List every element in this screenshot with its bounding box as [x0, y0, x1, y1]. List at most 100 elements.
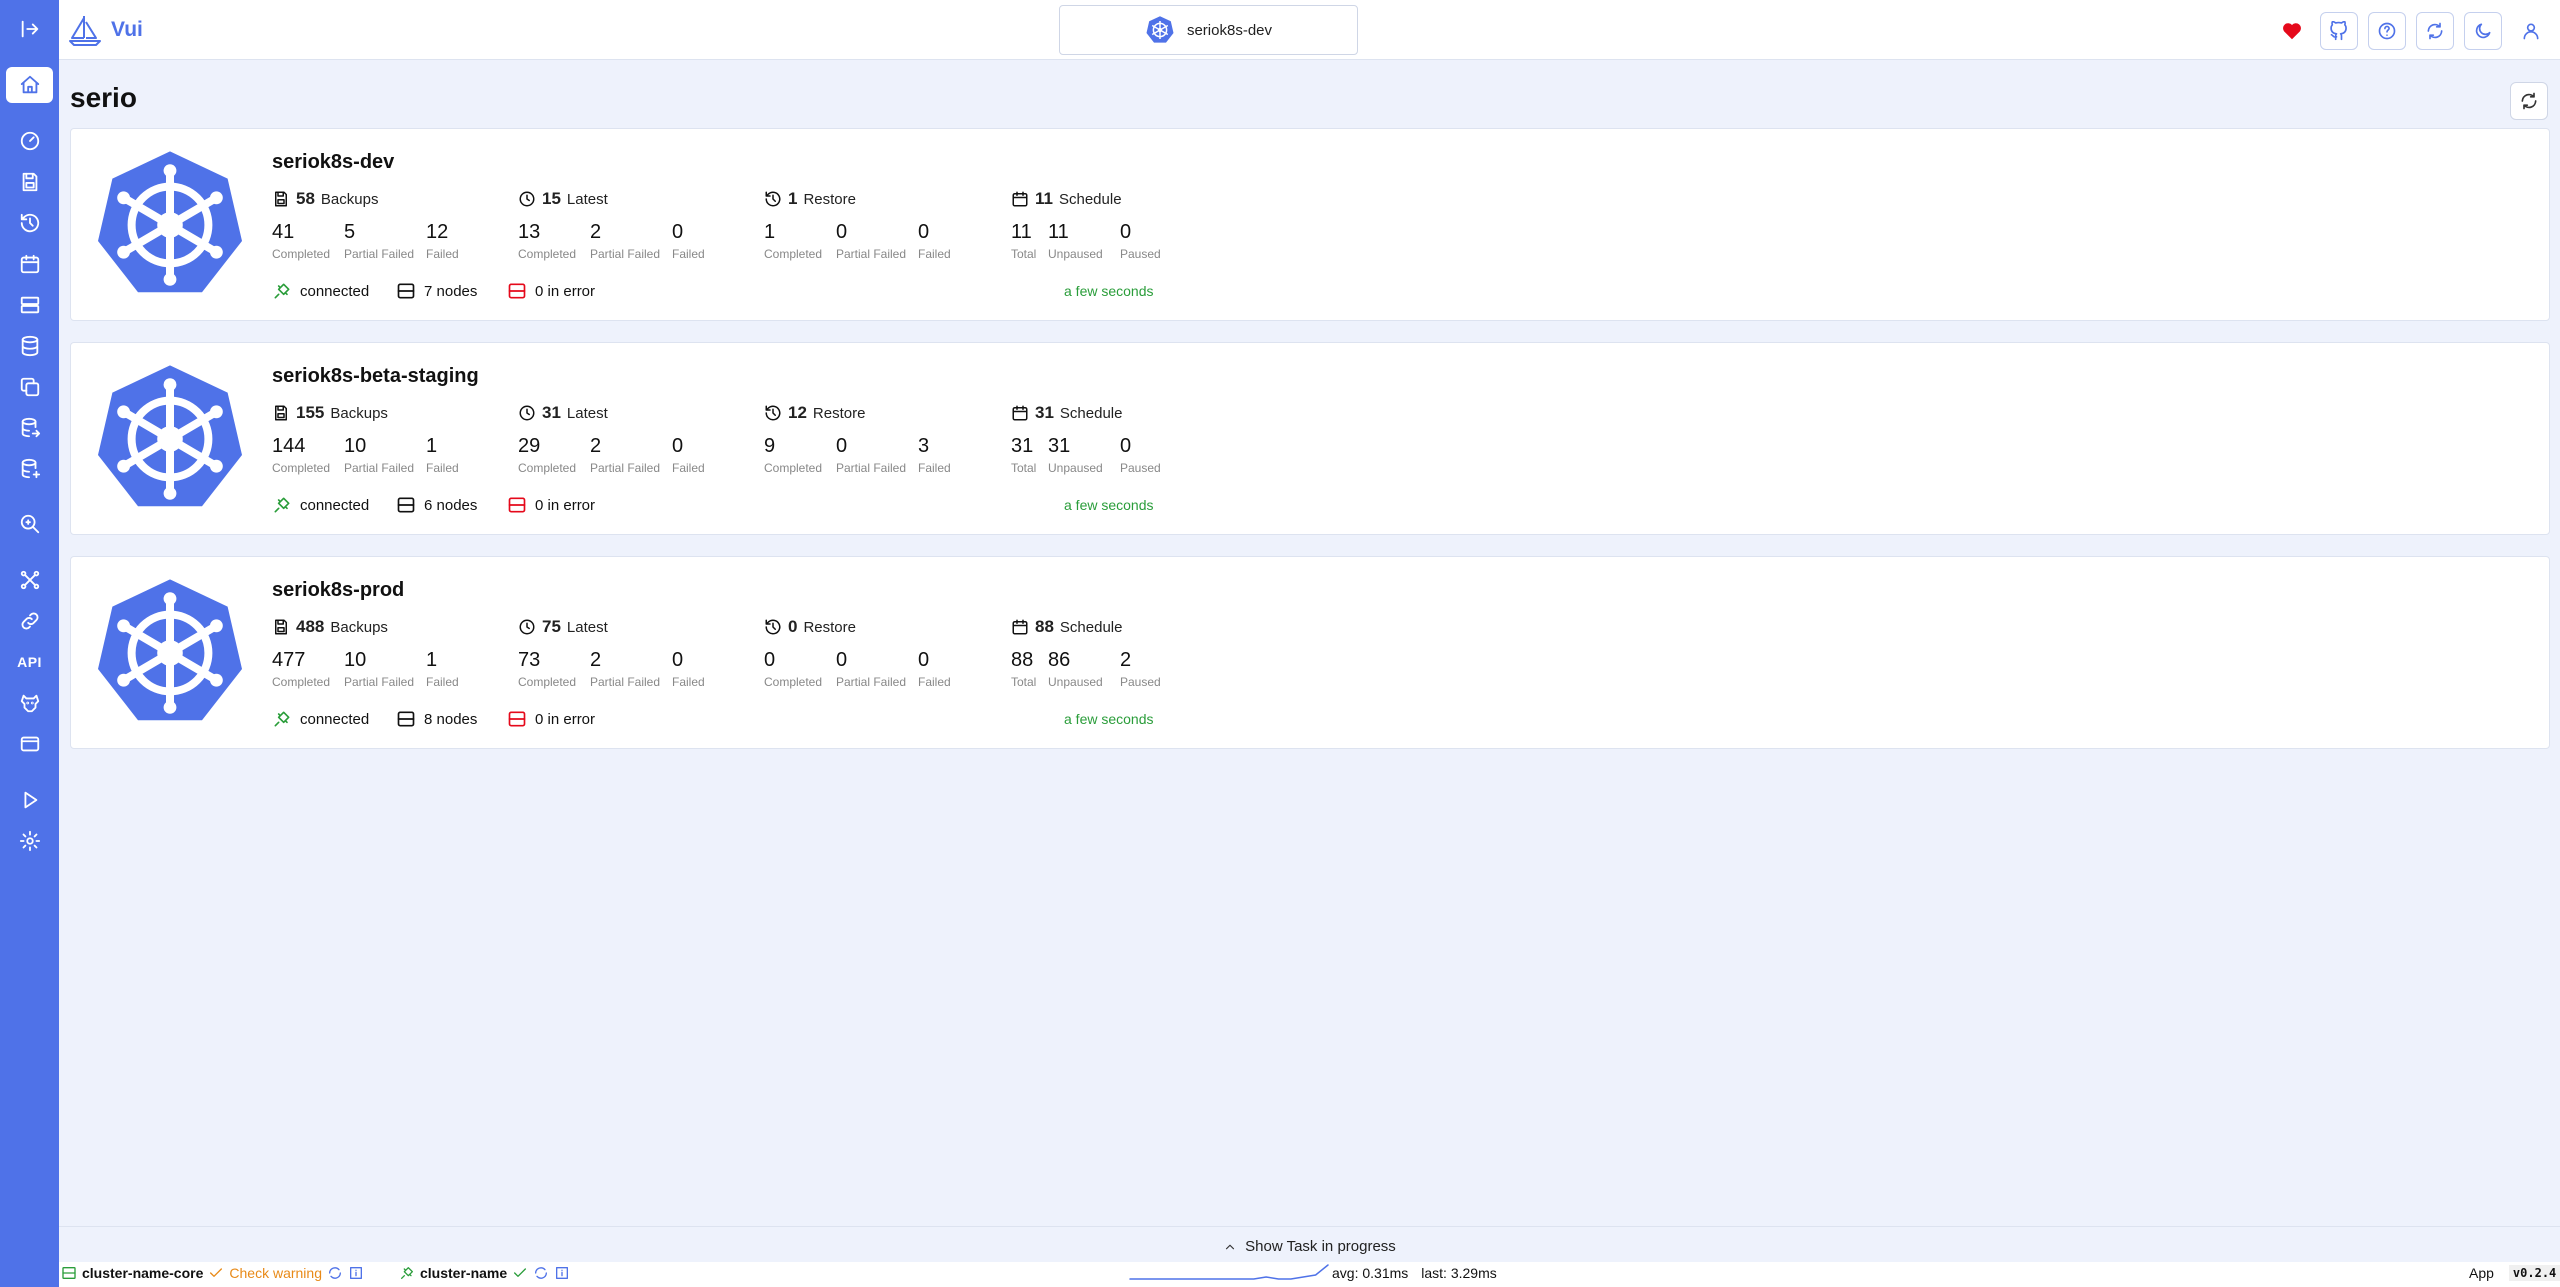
stat-partial-failed: 0 Partial Failed [836, 221, 907, 261]
backups-summary[interactable]: 155 Backups 144 Completed 10 Partial Fail… [272, 403, 522, 475]
latest-summary[interactable]: 75 Latest 73 Completed 2 Partial Failed 0… [518, 617, 768, 689]
schedule-summary[interactable]: 88 Schedule 88 Total 86 Unpaused 2 Paused [1011, 617, 1261, 689]
play-icon[interactable] [6, 782, 53, 818]
server-error-icon [508, 283, 526, 299]
sidebar: API [0, 0, 59, 1287]
sync-icon[interactable] [533, 1265, 549, 1281]
backups-summary[interactable]: 58 Backups 41 Completed 5 Partial Failed … [272, 189, 522, 261]
stat-failed: 0 Failed [672, 435, 705, 475]
user-button[interactable] [2512, 12, 2550, 50]
home-icon[interactable] [6, 67, 53, 103]
chevron-up-icon [1226, 1244, 1235, 1249]
theme-toggle-button[interactable] [2464, 12, 2502, 50]
github-button[interactable] [2320, 12, 2358, 50]
stat-partial-failed: 0 Partial Failed [836, 649, 907, 689]
server-icon[interactable] [6, 287, 53, 323]
plug-connected-icon [274, 497, 290, 513]
stat-total: 31 Total [1011, 435, 1037, 475]
cluster-card[interactable]: seriok8s-prod 488 Backups 477 Completed 1… [70, 556, 2550, 749]
schedule-icon[interactable] [6, 246, 53, 282]
cluster-selector[interactable]: seriok8s-dev [1059, 5, 1358, 55]
stat-failed: 0 Failed [672, 649, 705, 689]
link-icon[interactable] [6, 603, 53, 639]
dashboard-icon[interactable] [6, 123, 53, 159]
restore-summary[interactable]: 12 Restore 9 Completed 0 Partial Failed 3… [764, 403, 1014, 475]
restore-summary[interactable]: 1 Restore 1 Completed 0 Partial Failed 0 … [764, 189, 1014, 261]
sync-icon [2427, 22, 2443, 40]
api-icon[interactable]: API [6, 644, 53, 680]
stat-failed: 0 Failed [918, 221, 951, 261]
restore-icon [765, 191, 781, 207]
info-icon[interactable] [348, 1265, 364, 1281]
schedule-summary[interactable]: 11 Schedule 11 Total 11 Unpaused 0 Paused [1011, 189, 1261, 261]
cluster-status[interactable]: cluster-name [399, 1265, 570, 1281]
settings-icon[interactable] [6, 823, 53, 859]
help-button[interactable] [2368, 12, 2406, 50]
plug-connected-icon [401, 1267, 413, 1279]
selected-cluster-name: seriok8s-dev [1186, 21, 1273, 39]
stat-paused: 0 Paused [1120, 435, 1161, 475]
backups-icon [275, 191, 287, 207]
latest-icon [519, 619, 535, 635]
last-updated: a few seconds [1064, 497, 1154, 513]
stat-partial-failed: 5 Partial Failed [344, 221, 415, 261]
terminal-icon[interactable] [6, 726, 53, 762]
expand-sidebar-icon[interactable] [6, 11, 53, 47]
restore-icon[interactable] [6, 205, 53, 241]
cluster-card-name[interactable]: seriok8s-beta-staging [272, 365, 479, 388]
backup-icon[interactable] [6, 164, 53, 200]
cluster-card-name[interactable]: seriok8s-dev [272, 151, 394, 174]
network-icon[interactable] [6, 562, 53, 598]
heart-icon[interactable] [2274, 13, 2310, 49]
connection-status: connected [272, 281, 369, 301]
version-badge: v0.2.4 [2508, 1265, 2560, 1281]
database-export-icon[interactable] [6, 410, 53, 446]
header: Vui seriok8s-dev [59, 0, 2560, 60]
error-count: 0 in error [507, 709, 595, 729]
cluster-card[interactable]: seriok8s-beta-staging 155 Backups 144 Com… [70, 342, 2550, 535]
latest-icon [519, 405, 535, 421]
schedule-icon [1012, 191, 1028, 207]
brand[interactable]: Vui [67, 12, 143, 48]
stat-partial-failed: 0 Partial Failed [836, 435, 907, 475]
error-count: 0 in error [507, 495, 595, 515]
latest-summary[interactable]: 31 Latest 29 Completed 2 Partial Failed 0… [518, 403, 768, 475]
restore-icon [765, 405, 781, 421]
schedule-icon [1012, 619, 1028, 635]
app-label: App [2469, 1265, 2494, 1281]
last-updated: a few seconds [1064, 283, 1154, 299]
last-updated: a few seconds [1064, 711, 1154, 727]
watchdog-icon[interactable] [6, 685, 53, 721]
schedule-summary[interactable]: 31 Schedule 31 Total 31 Unpaused 0 Paused [1011, 403, 1261, 475]
refresh-button[interactable] [2510, 82, 2548, 120]
check-icon [210, 1268, 223, 1277]
backups-summary[interactable]: 488 Backups 477 Completed 10 Partial Fail… [272, 617, 522, 689]
latest-summary[interactable]: 15 Latest 13 Completed 2 Partial Failed 0… [518, 189, 768, 261]
copy-icon[interactable] [6, 369, 53, 405]
kubernetes-icon [1146, 16, 1174, 43]
latency-avg: avg: 0.31ms [1332, 1265, 1409, 1281]
kubernetes-icon [98, 151, 242, 293]
database-icon[interactable] [6, 328, 53, 364]
restore-summary[interactable]: 0 Restore 0 Completed 0 Partial Failed 0 … [764, 617, 1014, 689]
check-icon [514, 1268, 527, 1277]
server-icon [397, 283, 415, 299]
cluster-card-name[interactable]: seriok8s-prod [272, 579, 404, 602]
question-icon [2378, 22, 2396, 40]
info-icon[interactable] [554, 1265, 570, 1281]
schedule-icon [1012, 405, 1028, 421]
task-progress-toggle[interactable]: Show Task in progress [59, 1226, 2560, 1266]
database-add-icon[interactable] [6, 451, 53, 487]
sync-icon[interactable] [327, 1265, 343, 1281]
github-icon [2330, 21, 2347, 41]
plug-connected-icon [274, 283, 290, 299]
stat-paused: 2 Paused [1120, 649, 1161, 689]
stat-failed: 1 Failed [426, 649, 459, 689]
cluster-card[interactable]: seriok8s-dev 58 Backups 41 Completed 5 Pa… [70, 128, 2550, 321]
inspect-icon[interactable] [6, 506, 53, 542]
core-cluster-status[interactable]: cluster-name-core Check warning [61, 1265, 364, 1281]
cluster-name: cluster-name [420, 1265, 508, 1281]
sync-button[interactable] [2416, 12, 2454, 50]
stat-unpaused: 11 Unpaused [1048, 221, 1103, 261]
latency-last: last: 3.29ms [1421, 1265, 1497, 1281]
